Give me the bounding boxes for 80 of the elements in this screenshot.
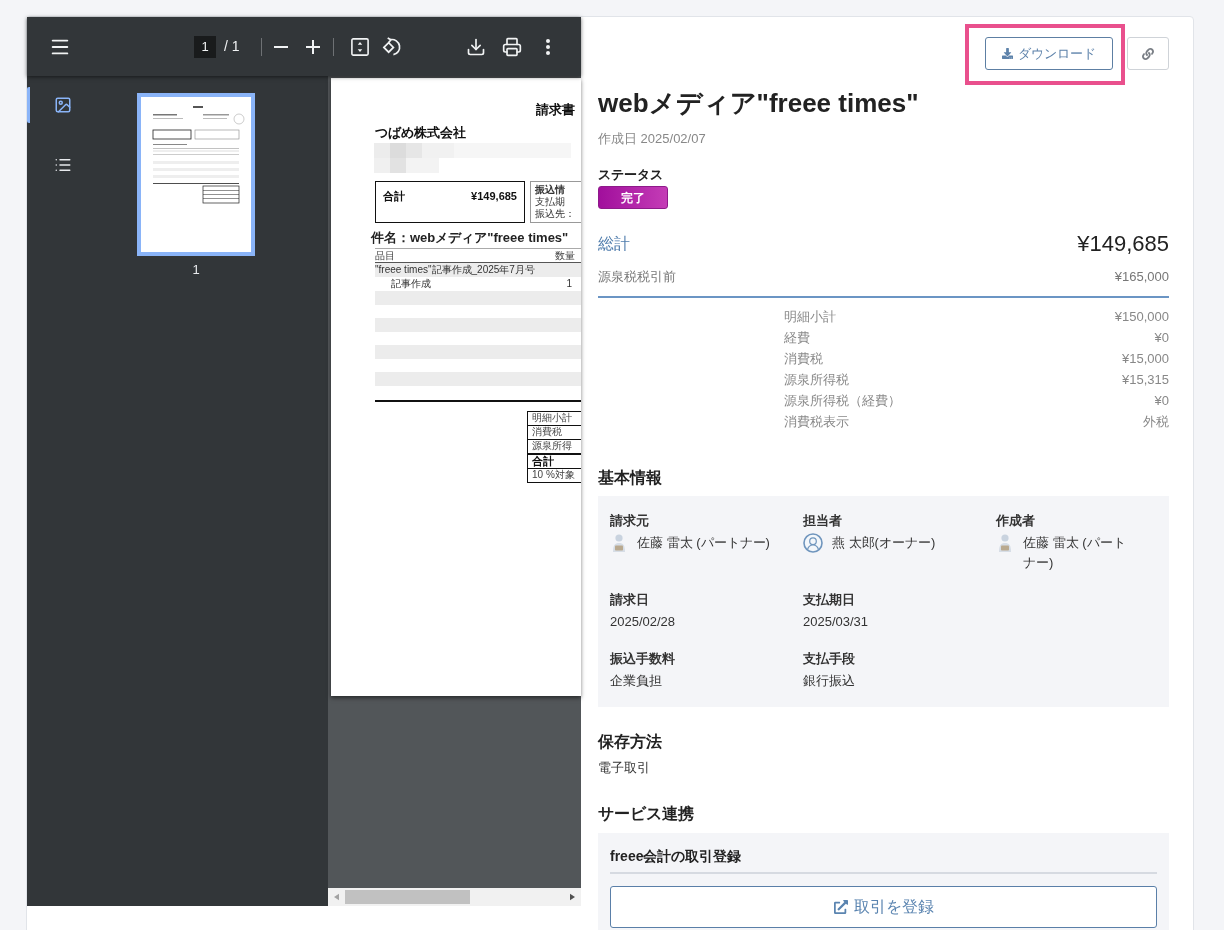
breakdown-amount: ¥150,000: [1114, 307, 1169, 326]
breakdown-label: 消費税表示: [784, 412, 849, 431]
breakdown-label: 経費: [784, 328, 810, 347]
grand-total-amount: ¥149,685: [1077, 231, 1169, 257]
list-icon: [53, 156, 72, 174]
more-icon: [546, 38, 550, 55]
subject-text: 件名：webメディア"freee times": [371, 229, 569, 246]
rotate-icon: [382, 37, 402, 56]
link-icon: [1142, 47, 1154, 60]
section-heading: 基本情報: [598, 468, 663, 488]
user-avatar-icon: [803, 533, 823, 553]
summary-total-label: 合計: [532, 454, 554, 468]
grand-total-label: 総計: [598, 234, 630, 254]
integration-title: freee会計の取引登録: [610, 847, 743, 865]
status-badge: 完了: [598, 186, 668, 209]
breakdown-label: 源泉所得税: [784, 370, 849, 389]
scroll-right-icon[interactable]: [570, 893, 575, 901]
field-value: 2025/03/31: [803, 613, 869, 631]
breakdown-label: 消費税: [784, 349, 823, 368]
register-transaction-button[interactable]: 取引を登録: [610, 886, 1157, 928]
total-label: 合計: [383, 190, 405, 203]
field-value: 銀行振込: [803, 672, 855, 690]
minus-icon: [273, 45, 288, 48]
field-value: 佐藤 雷太 (パートナー): [1023, 534, 1127, 572]
external-link-icon: [833, 900, 848, 914]
breakdown-amount: ¥0: [1154, 328, 1169, 347]
field-label: 支払期日: [803, 591, 856, 609]
summary-label: 源泉所得: [532, 440, 572, 452]
status-label: ステータス: [598, 166, 664, 184]
bank-info-text: 振込情: [535, 184, 566, 196]
storage-method-value: 電子取引: [598, 759, 651, 777]
breakdown-amount: ¥15,315: [1122, 370, 1169, 389]
bank-info-text: 振込先：: [535, 208, 576, 220]
field-label: 担当者: [803, 512, 843, 530]
field-value: 燕 太郎(オーナー): [832, 534, 936, 552]
breakdown-label: 源泉所得税（経費）: [784, 391, 901, 410]
group-item-text: "freee times"記事作成_2025年7月号: [375, 264, 535, 276]
item-quantity-text: 1: [566, 278, 572, 290]
summary-label: 消費税: [532, 426, 562, 438]
image-icon: [53, 96, 72, 114]
field-label: 振込手数料: [610, 650, 676, 668]
page-count-text: / 1: [224, 37, 240, 56]
section-heading: 保存方法: [598, 732, 663, 752]
page-title: webメディア"freee times": [598, 87, 920, 120]
breakdown-amount: ¥15,000: [1122, 349, 1169, 368]
field-label: 請求元: [610, 512, 650, 530]
field-label: 請求日: [610, 591, 650, 609]
pre-withholding-label: 源泉税税引前: [598, 269, 676, 284]
pre-withholding-amount: ¥165,000: [1114, 269, 1169, 284]
breakdown-amount: ¥0: [1154, 391, 1169, 410]
document-title: 請求書: [536, 102, 575, 118]
printer-icon: [502, 36, 522, 57]
field-value: 企業負担: [610, 672, 662, 690]
download-icon: [1002, 48, 1013, 59]
thumbnail-page-number: 1: [192, 262, 200, 278]
field-value: 佐藤 雷太 (パートナー): [637, 534, 770, 552]
summary-label: 10 %対象: [532, 469, 575, 481]
item-name-text: 記事作成: [391, 278, 431, 290]
summary-label: 明細小計: [532, 412, 572, 424]
copy-link-button[interactable]: [1127, 37, 1169, 70]
plus-icon: [305, 39, 320, 54]
download-button[interactable]: ダウンロード: [985, 37, 1113, 70]
breakdown-amount: 外税: [1143, 412, 1169, 431]
field-label: 作成者: [996, 512, 1036, 530]
created-date: 作成日 2025/02/07: [598, 130, 707, 148]
field-value: 2025/02/28: [610, 613, 676, 631]
scrollbar-thumb[interactable]: [345, 890, 470, 904]
download-icon: [466, 36, 486, 57]
column-header: 品目: [375, 249, 395, 262]
breakdown-label: 明細小計: [784, 307, 836, 326]
section-heading: サービス連携: [598, 804, 695, 824]
fit-page-icon: [350, 37, 369, 56]
recipient-name: つばめ株式会社: [375, 124, 466, 141]
total-amount: ¥149,685: [471, 190, 517, 203]
field-label: 支払手段: [803, 650, 856, 668]
user-avatar-icon: [610, 533, 628, 553]
bank-info-text: 支払期: [535, 196, 566, 208]
page-number-input[interactable]: 1: [194, 35, 216, 58]
column-header: 数量: [555, 249, 575, 262]
user-avatar-icon: [996, 533, 1014, 553]
